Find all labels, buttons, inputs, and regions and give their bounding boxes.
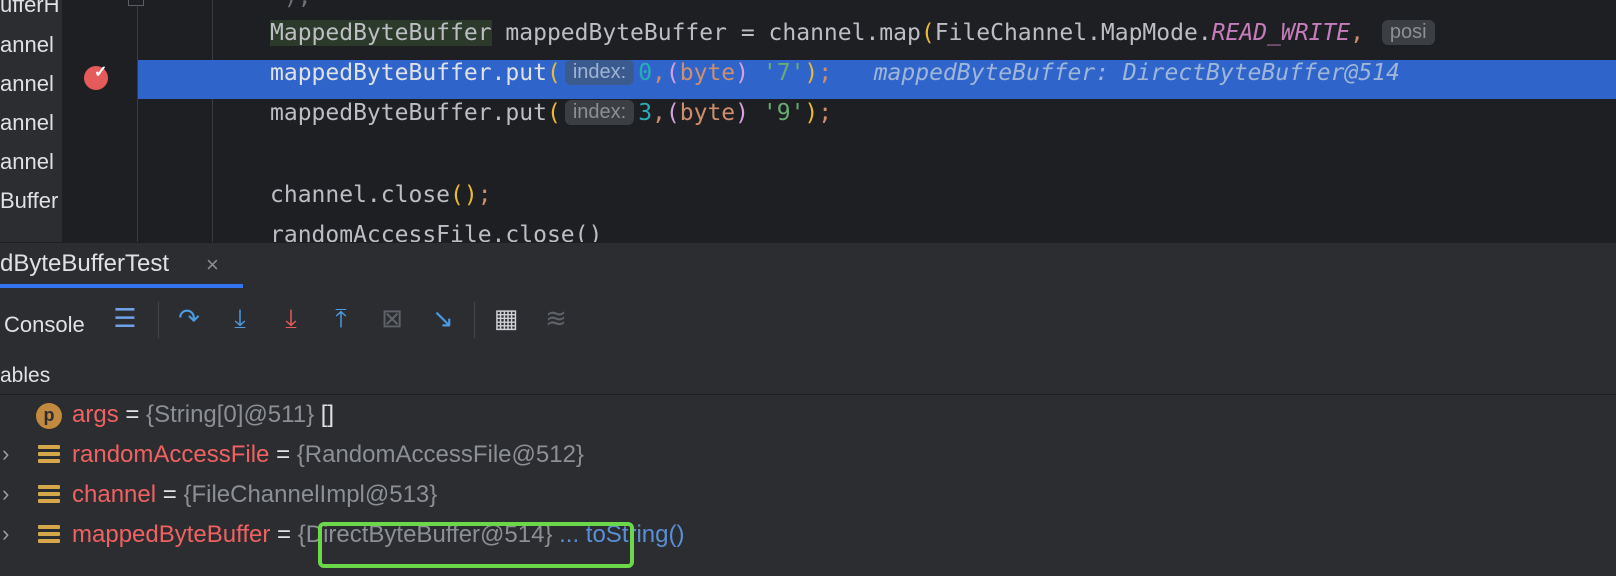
expand-arrow-icon[interactable]: › [2, 441, 9, 467]
variable-equals: = [156, 481, 184, 508]
code-token: ; [477, 182, 492, 208]
breakpoint-check-icon: ✓ [94, 64, 108, 81]
code-token: byte [679, 60, 736, 86]
code-token: ( [920, 20, 935, 46]
code-token: , [652, 60, 666, 86]
code-token: , [1350, 20, 1365, 46]
code-token: mappedByteBuffer.put [270, 100, 547, 126]
console-tab[interactable]: Console [4, 312, 85, 338]
variable-name: randomAccessFile [72, 441, 270, 468]
code-token: ( [665, 100, 680, 126]
variables-list: p args = {String[0]@511} [] › randomAcce… [0, 395, 1616, 576]
code-line: "); [270, 0, 312, 10]
variable-name: mappedByteBuffer [72, 521, 271, 548]
code-token: mappedByteBuffer [505, 20, 727, 46]
field-icon [38, 445, 60, 467]
code-token: MappedByteBuffer [270, 20, 492, 46]
variable-entry: channel = {FileChannelImpl@513} [72, 481, 437, 509]
variable-value: {RandomAccessFile@512} [296, 441, 584, 468]
variable-entry: args = {String[0]@511} [] [72, 401, 334, 429]
code-token: ; [818, 100, 833, 126]
code-line: mappedByteBuffer.put(index: 3,(byte) '9')… [270, 100, 832, 126]
variable-name: args [72, 401, 119, 428]
variable-row[interactable]: › channel = {FileChannelImpl@513} [0, 477, 1616, 517]
variable-name: channel [72, 481, 157, 508]
code-line: mappedByteBuffer.put(index: 0,(byte) '7')… [270, 60, 1400, 86]
highlight-annotation-box [318, 522, 634, 568]
variable-row[interactable]: p args = {String[0]@511} [] [0, 397, 1616, 437]
variable-value: {FileChannelImpl@513} [183, 481, 438, 508]
toolbar-separator [158, 302, 159, 338]
code-token: channel.close [270, 182, 451, 208]
code-line: MappedByteBuffer mappedByteBuffer = chan… [270, 20, 1439, 46]
code-token: ; [818, 60, 833, 86]
code-token: ) [735, 100, 750, 126]
code-token: ( [546, 100, 561, 126]
code-token: ) [804, 60, 819, 86]
gutter-divider [137, 0, 138, 242]
variable-row[interactable]: › mappedByteBuffer = {DirectByteBuffer@5… [0, 517, 1616, 557]
code-token: '9' [762, 100, 805, 126]
step-into-icon[interactable]: ⤓ [225, 304, 255, 334]
project-tree-item[interactable]: Buffer [0, 188, 62, 214]
code-token: READ_WRITE [1211, 20, 1351, 46]
code-token: ) [804, 100, 819, 126]
variable-equals: = [269, 441, 297, 468]
run-to-cursor-icon[interactable]: ↘ [428, 304, 458, 334]
code-token: ( [665, 60, 680, 86]
variable-extra: [] [314, 401, 335, 428]
variable-equals: = [118, 401, 147, 428]
code-token: FileChannel.MapMode. [934, 20, 1212, 46]
variables-header [0, 344, 1616, 395]
code-token: byte [679, 100, 736, 126]
code-token: mappedByteBuffer.put [270, 60, 547, 86]
code-token: ( [546, 60, 561, 86]
project-tree-item[interactable]: annel [0, 110, 62, 136]
code-token: 3 [638, 100, 653, 126]
project-tree-item[interactable]: annel [0, 149, 62, 175]
debug-tab-title[interactable]: dByteBufferTest [0, 250, 169, 278]
project-tree-item[interactable]: annel [0, 32, 62, 58]
parameter-hint: index: [564, 100, 635, 125]
expand-arrow-icon[interactable]: › [2, 521, 9, 547]
code-token: () [450, 182, 478, 208]
variable-equals: = [270, 521, 298, 548]
variable-value: {String[0]@511} [146, 401, 315, 428]
tab-close-icon[interactable]: × [206, 252, 219, 278]
project-tree-item[interactable]: annel [0, 71, 62, 97]
code-token: '7' [762, 60, 805, 86]
step-over-icon[interactable]: ↷ [174, 304, 204, 334]
parameter-hint: index: [564, 60, 635, 85]
code-token: 0 [638, 60, 653, 86]
variable-entry: randomAccessFile = {RandomAccessFile@512… [72, 441, 584, 469]
code-token: ) [735, 60, 750, 86]
parameter-hint: posi [1381, 20, 1435, 45]
code-token: , [652, 100, 666, 126]
variable-row[interactable]: › randomAccessFile = {RandomAccessFile@5… [0, 437, 1616, 477]
variables-title: ables [0, 364, 51, 387]
inline-debug-value: mappedByteBuffer: DirectByteBuffer@514 [873, 60, 1400, 86]
code-token: channel.map [768, 20, 921, 46]
fold-marker-icon[interactable] [128, 0, 144, 6]
field-icon [38, 525, 60, 547]
force-step-into-icon[interactable]: ⤓ [276, 304, 306, 334]
drop-frame-icon[interactable]: ⊠ [377, 304, 407, 334]
debug-tab-bar [0, 242, 1616, 290]
trace-icon[interactable]: ≋ [541, 304, 571, 334]
evaluate-icon[interactable]: ▦ [491, 304, 521, 334]
code-token: = [726, 20, 769, 46]
project-tree-panel: ufferH annel annel annel annel Buffer [0, 0, 62, 242]
code-line: channel.close(); [270, 182, 492, 208]
expand-arrow-icon[interactable]: › [2, 481, 9, 507]
project-tree-item[interactable]: ufferH [0, 0, 62, 18]
step-out-icon[interactable]: ⤒ [326, 304, 356, 334]
toolbar-separator [474, 302, 475, 338]
list-icon[interactable]: ☰ [110, 304, 140, 334]
field-icon [38, 485, 60, 507]
parameter-icon: p [36, 403, 62, 429]
